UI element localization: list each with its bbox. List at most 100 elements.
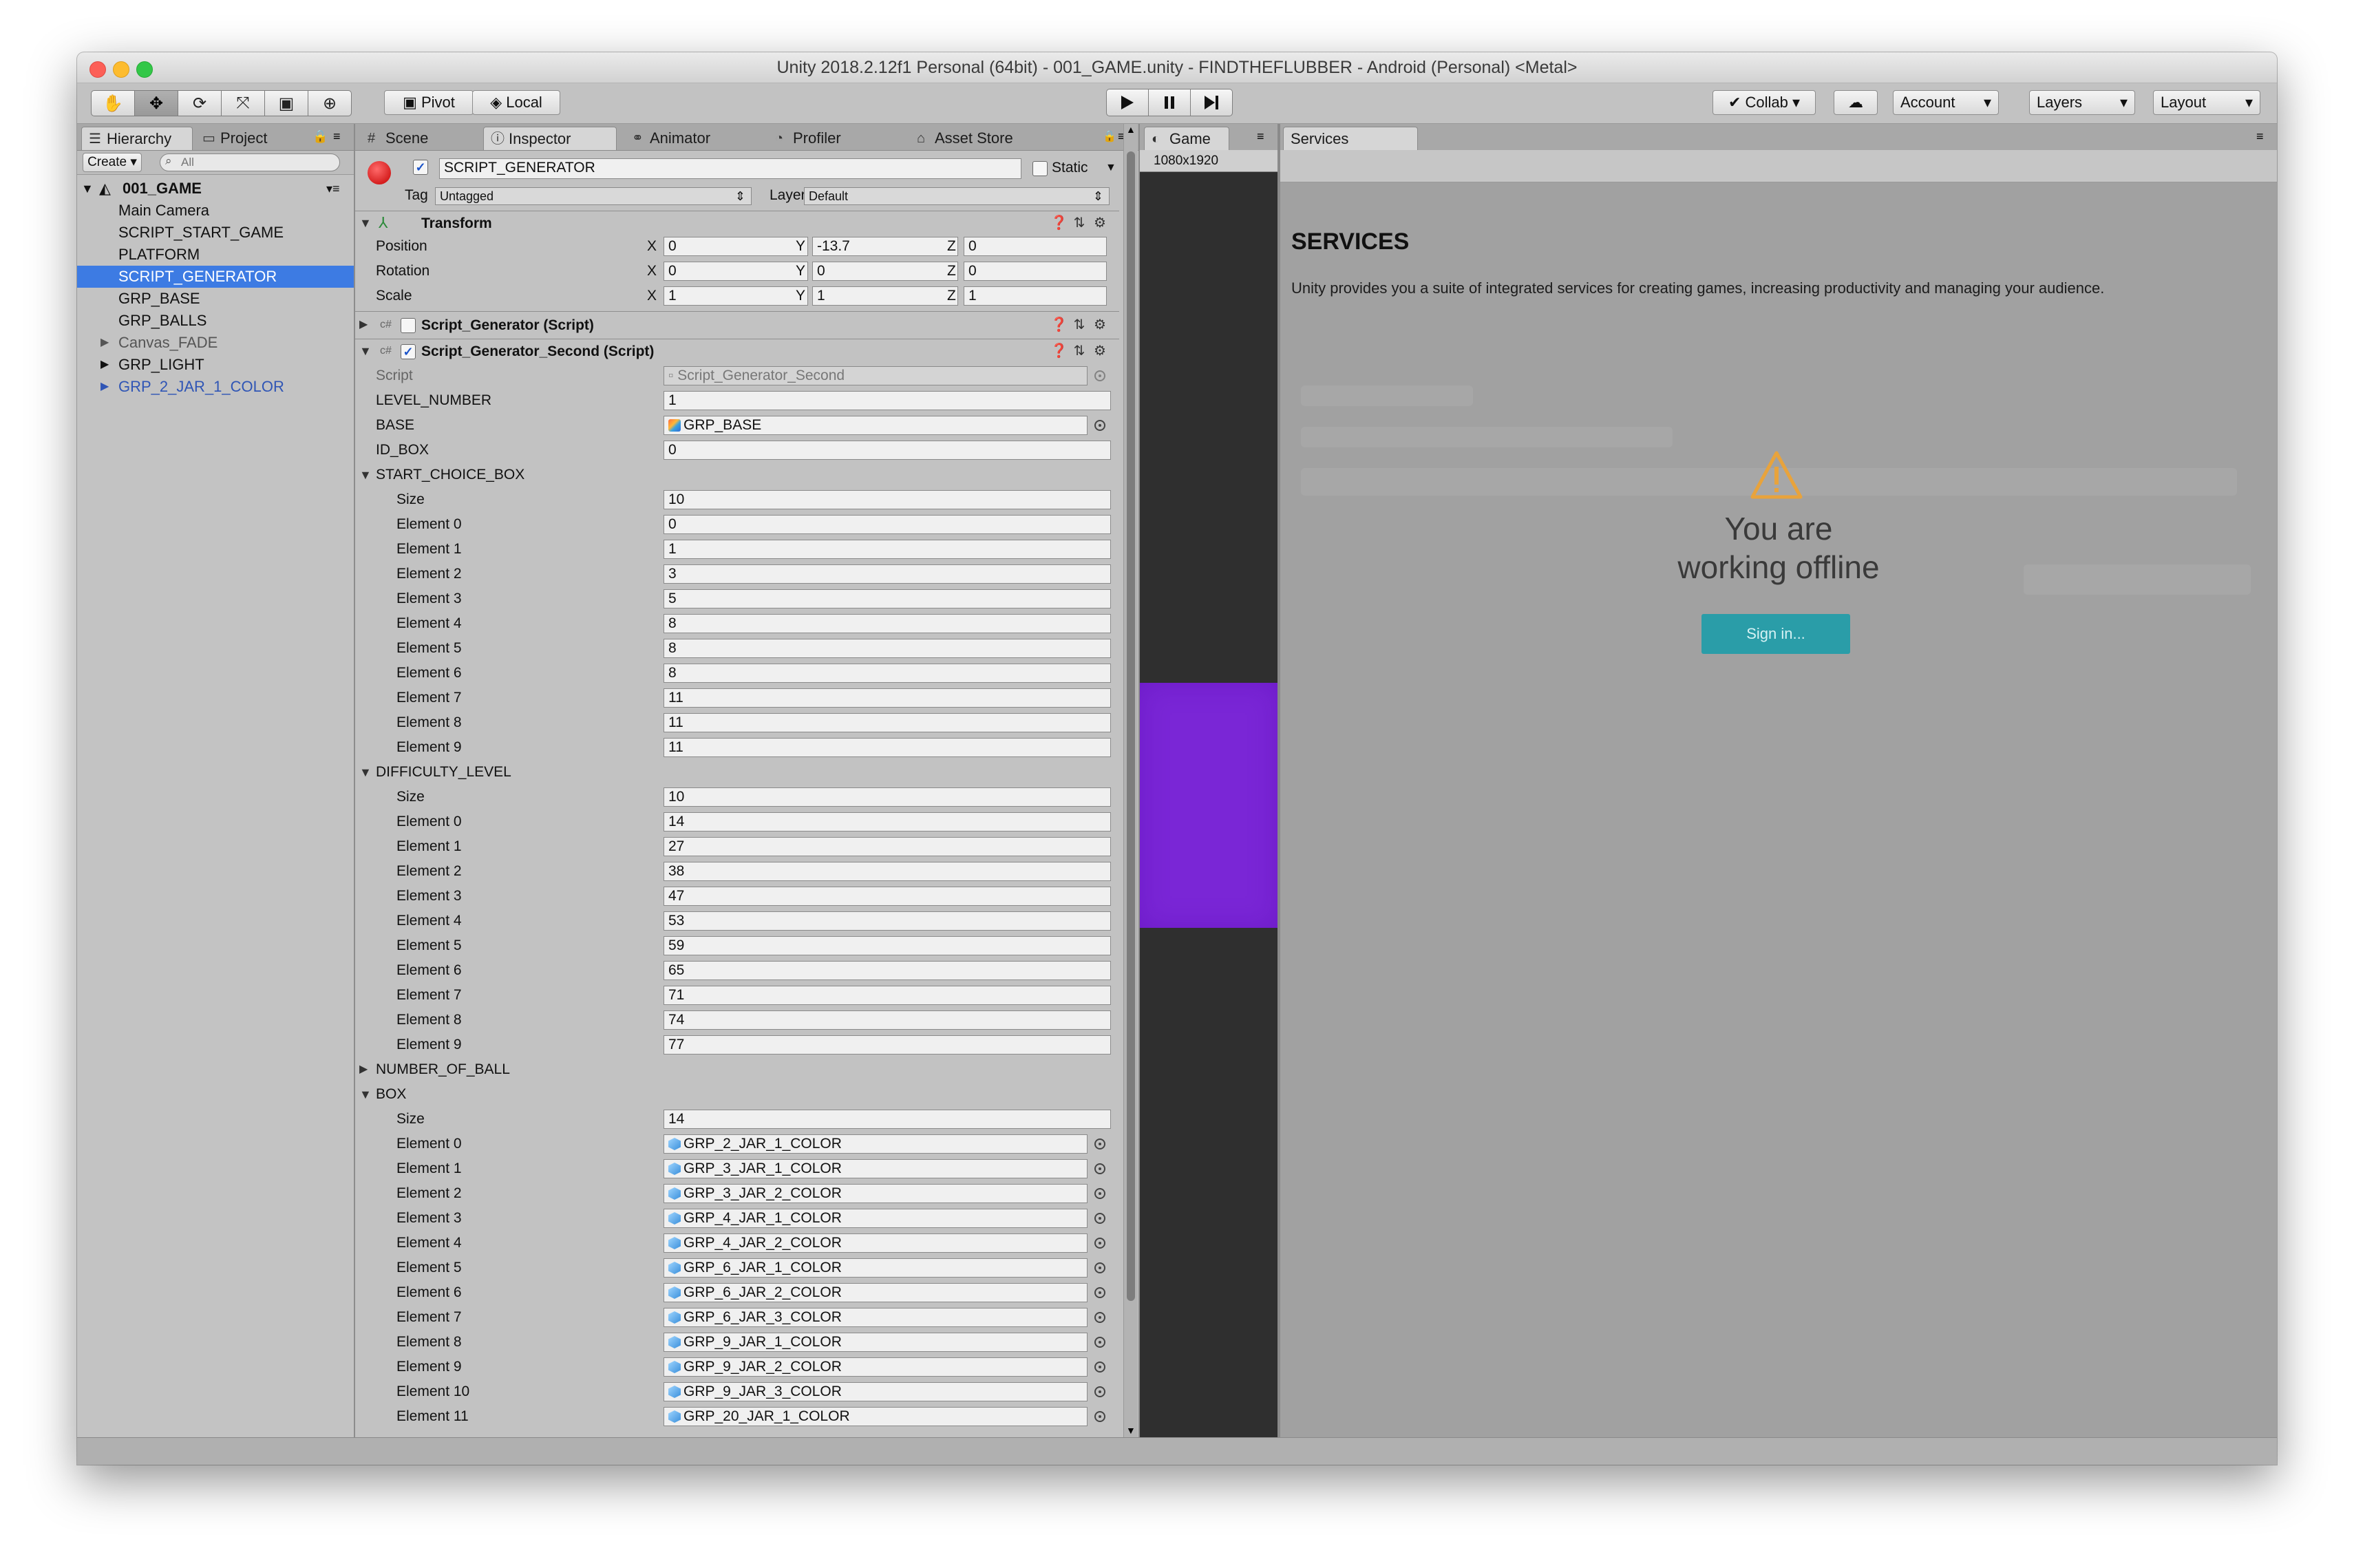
box-element-3-field[interactable]: GRP_4_JAR_1_COLOR (664, 1209, 1088, 1228)
account-dropdown[interactable]: Account ▾ (1893, 90, 1999, 115)
difficulty_level-element-7-field[interactable]: 71 (664, 986, 1111, 1005)
start_choice_box-element-2-field[interactable]: 3 (664, 564, 1111, 584)
static-checkbox[interactable] (1032, 161, 1048, 176)
sign-in-button[interactable]: Sign in... (1701, 614, 1850, 654)
layers-dropdown[interactable]: Layers ▾ (2029, 90, 2135, 115)
box-element-10-field[interactable]: GRP_9_JAR_3_COLOR (664, 1382, 1088, 1401)
box-size-field[interactable]: 14 (664, 1110, 1111, 1129)
pivot-button[interactable]: ▣ Pivot (384, 90, 474, 115)
start_choice_box-element-5-field[interactable]: 8 (664, 639, 1111, 658)
scroll-up-icon[interactable]: ▲ (1126, 124, 1136, 135)
gear-icon[interactable]: ⚙ (1092, 343, 1108, 359)
transform-tool-icon[interactable]: ⊕ (308, 90, 352, 116)
box-element-2-field[interactable]: GRP_3_JAR_2_COLOR (664, 1184, 1088, 1203)
expanded-arrow-icon[interactable]: ▼ (81, 178, 94, 200)
game-view[interactable]: ◐ Game ≡ 1080x1920 (1140, 124, 1280, 1437)
object-picker-icon[interactable] (1094, 1337, 1105, 1348)
hierarchy-item-main-camera[interactable]: Main Camera (77, 200, 354, 222)
lock-icon[interactable]: 🔒 (312, 129, 328, 144)
start_choice_box-element-8-field[interactable]: 11 (664, 713, 1111, 732)
difficulty_level-element-3-field[interactable]: 47 (664, 887, 1111, 906)
panel-menu-icon[interactable]: ≡ (333, 129, 341, 144)
rotation-y-field[interactable]: 0 (812, 262, 958, 281)
script-generator-second-enabled-checkbox[interactable]: ✓ (401, 344, 416, 359)
box-element-1-field[interactable]: GRP_3_JAR_1_COLOR (664, 1159, 1088, 1178)
expanded-arrow-icon[interactable]: ▼ (359, 340, 372, 362)
rotation-x-field[interactable]: 0 (664, 262, 808, 281)
start_choice_box-element-1-field[interactable]: 1 (664, 540, 1111, 559)
tag-dropdown[interactable]: Untagged ⇕ (435, 187, 752, 205)
object-picker-icon[interactable] (1094, 1362, 1105, 1373)
lock-icon[interactable]: 🔒 (1103, 129, 1116, 143)
gear-icon[interactable]: ⚙ (1092, 317, 1108, 333)
preset-icon[interactable]: ⇅ (1071, 317, 1088, 333)
tab-services[interactable]: Services (1283, 127, 1418, 150)
position-x-field[interactable]: 0 (664, 237, 808, 256)
box-element-8-field[interactable]: GRP_9_JAR_1_COLOR (664, 1333, 1088, 1352)
minimize-window-button[interactable] (113, 61, 129, 78)
object-picker-icon[interactable] (1094, 1213, 1105, 1224)
box-element-9-field[interactable]: GRP_9_JAR_2_COLOR (664, 1357, 1088, 1377)
object-picker-icon[interactable] (1094, 1287, 1105, 1298)
tab-animator[interactable]: ⚭ Animator (625, 127, 756, 150)
difficulty_level-element-5-field[interactable]: 59 (664, 936, 1111, 955)
start_choice_box-element-3-field[interactable]: 5 (664, 589, 1111, 608)
close-window-button[interactable] (89, 61, 106, 78)
box-element-11-field[interactable]: GRP_20_JAR_1_COLOR (664, 1407, 1088, 1426)
box-element-0-field[interactable]: GRP_2_JAR_1_COLOR (664, 1134, 1088, 1154)
hierarchy-item-grp-balls[interactable]: GRP_BALLS (77, 310, 354, 332)
position-y-field[interactable]: -13.7 (812, 237, 958, 256)
start_choice_box-size-field[interactable]: 10 (664, 490, 1111, 509)
hand-tool-icon[interactable]: ✋ (91, 90, 135, 116)
hierarchy-item-grp-2-jar-1-color[interactable]: ▶ GRP_2_JAR_1_COLOR (77, 376, 354, 398)
pause-button[interactable] (1148, 89, 1191, 116)
box-element-5-field[interactable]: GRP_6_JAR_1_COLOR (664, 1258, 1088, 1278)
difficulty_level-element-4-field[interactable]: 53 (664, 911, 1111, 931)
difficulty_level-element-9-field[interactable]: 77 (664, 1035, 1111, 1055)
object-picker-icon[interactable] (1094, 420, 1105, 431)
transform-fold-icon[interactable]: ▼ (359, 212, 372, 234)
zoom-window-button[interactable] (136, 61, 153, 78)
panel-menu-icon[interactable]: ≡ (1257, 129, 1264, 144)
static-caret-icon[interactable]: ▼ (1105, 157, 1116, 179)
object-picker-icon[interactable] (1094, 1262, 1105, 1273)
expanded-arrow-icon[interactable]: ▼ (359, 761, 372, 783)
rect-tool-icon[interactable]: ▣ (264, 90, 308, 116)
tab-scene[interactable]: # Scene (361, 127, 478, 150)
gear-icon[interactable]: ⚙ (1092, 215, 1108, 231)
scale-x-field[interactable]: 1 (664, 286, 808, 306)
scrollbar-thumb[interactable] (1127, 151, 1135, 1301)
layout-dropdown[interactable]: Layout ▾ (2153, 90, 2260, 115)
start_choice_box-element-7-field[interactable]: 11 (664, 688, 1111, 708)
scene-root-row[interactable]: ▼ ◭ 001_GAME ▾≡ (77, 178, 354, 200)
preset-icon[interactable]: ⇅ (1071, 343, 1088, 359)
collapsed-arrow-icon[interactable]: ▶ (100, 354, 109, 376)
help-icon[interactable]: ❓ (1050, 317, 1068, 333)
level-number-field[interactable]: 1 (664, 391, 1111, 410)
start_choice_box-element-6-field[interactable]: 8 (664, 664, 1111, 683)
create-dropdown[interactable]: Create ▾ (83, 153, 142, 172)
local-button[interactable]: ◈ Local (472, 90, 560, 115)
object-picker-icon[interactable] (1094, 1188, 1105, 1199)
resolution-dropdown[interactable]: 1080x1920 (1140, 150, 1277, 172)
inspector-scrollbar[interactable]: ▲ ▼ (1123, 124, 1138, 1437)
object-picker-icon[interactable] (1094, 1386, 1105, 1397)
hierarchy-search-input[interactable] (160, 153, 340, 171)
difficulty_level-element-6-field[interactable]: 65 (664, 961, 1111, 980)
rotation-z-field[interactable]: 0 (964, 262, 1107, 281)
scale-z-field[interactable]: 1 (964, 286, 1107, 306)
scroll-down-icon[interactable]: ▼ (1126, 1425, 1136, 1436)
start_choice_box-element-0-field[interactable]: 0 (664, 515, 1111, 534)
difficulty_level-element-8-field[interactable]: 74 (664, 1010, 1111, 1030)
layer-dropdown[interactable]: Default ⇕ (804, 187, 1110, 205)
box-element-7-field[interactable]: GRP_6_JAR_3_COLOR (664, 1308, 1088, 1327)
start_choice_box-element-9-field[interactable]: 11 (664, 738, 1111, 757)
expanded-arrow-icon[interactable]: ▼ (359, 464, 372, 486)
collab-dropdown[interactable]: ✔ Collab ▾ (1713, 90, 1816, 115)
tab-profiler[interactable]: ◔ Profiler (768, 127, 885, 150)
difficulty_level-element-1-field[interactable]: 27 (664, 837, 1111, 856)
gameobject-icon[interactable] (368, 161, 391, 184)
tab-asset-store[interactable]: ⌂ Asset Store (910, 127, 1048, 150)
hierarchy-item-script-start-game[interactable]: SCRIPT_START_GAME (77, 222, 354, 244)
hierarchy-item-canvas-fade[interactable]: ▶ Canvas_FADE (77, 332, 354, 354)
